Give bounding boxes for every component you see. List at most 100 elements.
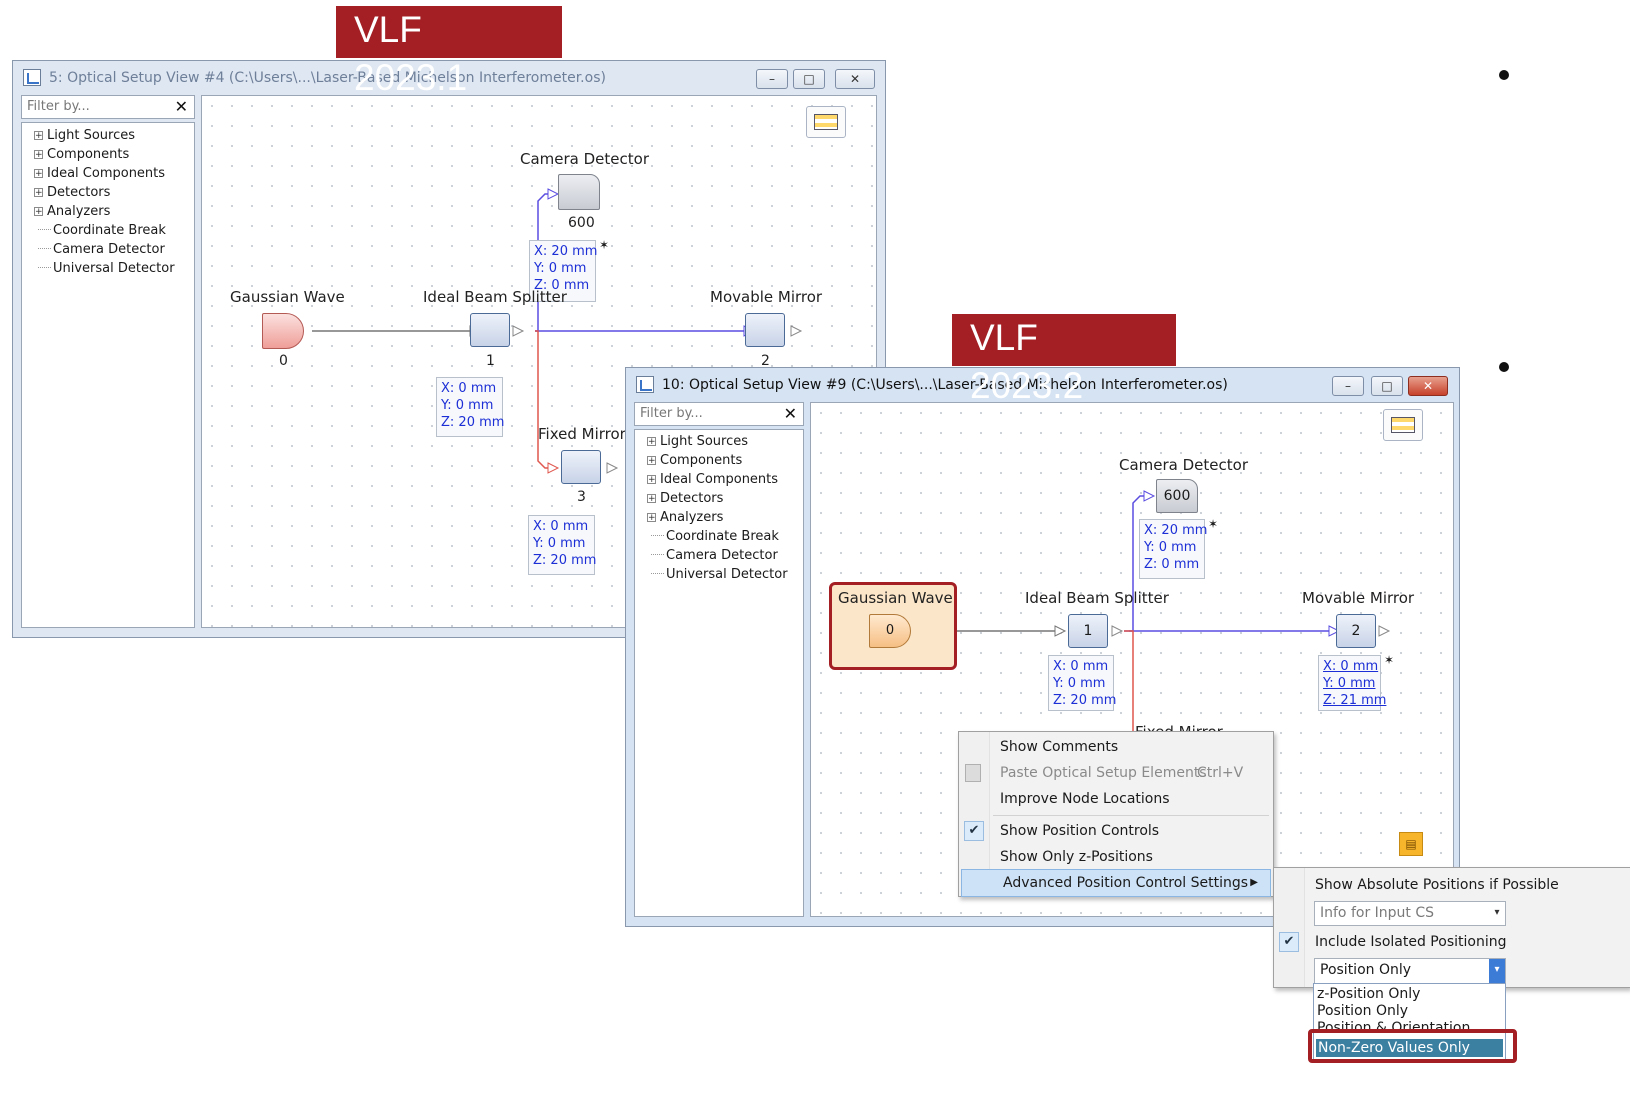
expand-icon[interactable]: + <box>34 131 43 141</box>
node-number-camera: 600 <box>568 215 595 231</box>
option-position-only[interactable]: Position Only <box>1317 1003 1408 1019</box>
tree-label: Analyzers <box>660 510 724 525</box>
tree-label: Ideal Components <box>660 472 779 487</box>
optical-setup-icon <box>636 376 654 393</box>
paste-icon <box>965 764 981 782</box>
expand-icon[interactable]: + <box>647 494 656 504</box>
expand-icon[interactable]: + <box>34 207 43 217</box>
menu-item-include-isolated-positioning[interactable]: ✔ Include Isolated Positioning <box>1274 929 1630 955</box>
minimize-button[interactable]: – <box>756 69 788 89</box>
pos-y[interactable]: Y: 0 mm <box>1323 675 1376 692</box>
pos-x[interactable]: X: 20 mm <box>1144 522 1207 539</box>
expand-icon[interactable]: + <box>647 475 656 485</box>
tree-item-light-sources[interactable]: + Light Sources <box>647 433 748 450</box>
close-button[interactable]: ✕ <box>835 69 875 89</box>
close-button[interactable]: ✕ <box>1408 376 1448 396</box>
table-view-icon[interactable] <box>1383 409 1423 441</box>
pin-icon[interactable]: ✶ <box>1384 653 1394 667</box>
optical-setup-icon <box>23 69 41 86</box>
expand-icon[interactable]: + <box>647 513 656 523</box>
pos-x[interactable]: X: 0 mm <box>1053 658 1109 675</box>
note-icon[interactable]: ▤ <box>1399 832 1423 856</box>
minimize-button[interactable]: – <box>1332 376 1364 396</box>
tree-item-detectors[interactable]: + Detectors <box>34 184 110 201</box>
tree-item-components[interactable]: + Components <box>34 146 129 163</box>
pos-y[interactable]: Y: 0 mm <box>1053 675 1109 692</box>
pos-z[interactable]: Z: 20 mm <box>1053 692 1116 709</box>
pos-x[interactable]: X: 0 mm <box>441 380 498 397</box>
pos-y[interactable]: Y: 0 mm <box>1144 539 1200 556</box>
window-title: 10: Optical Setup View #9 (C:\Users\...\… <box>662 377 1228 393</box>
beam-splitter-node[interactable]: 1 <box>1068 614 1108 648</box>
tree-item-ideal-components[interactable]: + Ideal Components <box>647 471 778 488</box>
menu-item-show-only-z-positions[interactable]: Show Only z-Positions <box>959 844 1273 870</box>
pos-z[interactable]: Z: 20 mm <box>441 414 504 431</box>
expand-icon[interactable]: + <box>34 150 43 160</box>
fixed-mirror-node[interactable] <box>561 450 601 484</box>
menu-item-show-absolute-positions[interactable]: Show Absolute Positions if Possible <box>1274 872 1630 898</box>
node-label-gaussian-wave: Gaussian Wave <box>230 288 345 306</box>
pos-z[interactable]: Z: 21 mm <box>1323 692 1386 709</box>
info-input-cs-dropdown[interactable]: Info for Input CS ▾ <box>1314 901 1506 926</box>
menu-item-show-position-controls[interactable]: ✔ Show Position Controls <box>959 818 1273 844</box>
pos-x[interactable]: X: 0 mm <box>1323 658 1378 675</box>
pos-x[interactable]: X: 20 mm <box>534 243 597 260</box>
filter-input[interactable]: Filter by... ✕ <box>21 95 195 119</box>
menu-item-improve-node-locations[interactable]: Improve Node Locations <box>959 786 1273 812</box>
option-z-position-only[interactable]: z-Position Only <box>1317 986 1420 1002</box>
filter-input[interactable]: Filter by... ✕ <box>634 402 804 426</box>
node-number-movable: 2 <box>1351 623 1361 639</box>
table-view-icon[interactable] <box>806 106 846 138</box>
gaussian-wave-node[interactable]: 0 <box>869 614 911 648</box>
tree-item-analyzers[interactable]: + Analyzers <box>34 203 110 220</box>
pin-icon[interactable]: ✶ <box>1208 517 1218 531</box>
tree-item-universal-detector[interactable]: Universal Detector <box>651 566 788 583</box>
tree-item-light-sources[interactable]: + Light Sources <box>34 127 135 144</box>
tree-item-coordinate-break[interactable]: Coordinate Break <box>38 222 166 239</box>
pos-x[interactable]: X: 0 mm <box>533 518 590 535</box>
pos-z[interactable]: Z: 0 mm <box>1144 556 1200 573</box>
chevron-down-icon[interactable]: ▾ <box>1489 959 1505 983</box>
tree-item-detectors[interactable]: + Detectors <box>647 490 723 507</box>
expand-icon[interactable]: + <box>647 456 656 466</box>
position-control-movable[interactable]: X: 0 mm Y: 0 mm Z: 21 mm <box>1318 655 1386 711</box>
clear-filter-icon[interactable]: ✕ <box>175 96 188 118</box>
tree-item-camera-detector[interactable]: Camera Detector <box>651 547 778 564</box>
movable-mirror-node[interactable]: 2 <box>1336 614 1376 648</box>
node-number-gaussian: 0 <box>279 353 288 369</box>
position-control-fixed[interactable]: X: 0 mm Y: 0 mm Z: 20 mm <box>528 515 596 575</box>
tree-item-components[interactable]: + Components <box>647 452 742 469</box>
expand-icon[interactable]: + <box>34 169 43 179</box>
position-mode-dropdown[interactable]: Position Only ▾ <box>1314 958 1506 984</box>
position-control-splitter[interactable]: X: 0 mm Y: 0 mm Z: 20 mm <box>436 377 504 437</box>
node-label-movable-mirror: Movable Mirror <box>1302 589 1415 607</box>
position-control-splitter[interactable]: X: 0 mm Y: 0 mm Z: 20 mm <box>1048 655 1116 711</box>
pos-y[interactable]: Y: 0 mm <box>441 397 498 414</box>
tree-item-ideal-components[interactable]: + Ideal Components <box>34 165 165 182</box>
node-label-gaussian-wave: Gaussian Wave <box>838 589 953 607</box>
tree-item-universal-detector[interactable]: Universal Detector <box>38 260 175 277</box>
pos-y[interactable]: Y: 0 mm <box>534 260 591 277</box>
beam-splitter-node[interactable] <box>470 313 510 347</box>
pin-icon[interactable]: ✶ <box>599 238 609 252</box>
gaussian-wave-node[interactable] <box>262 313 304 349</box>
camera-detector-node[interactable]: 600 <box>1156 479 1198 513</box>
menu-item-show-comments[interactable]: Show Comments <box>959 734 1273 760</box>
tree-connector <box>651 573 664 574</box>
camera-detector-node[interactable] <box>558 174 600 210</box>
non-zero-option-highlight <box>1308 1029 1517 1063</box>
clear-filter-icon[interactable]: ✕ <box>784 403 797 425</box>
expand-icon[interactable]: + <box>647 437 656 447</box>
tree-item-coordinate-break[interactable]: Coordinate Break <box>651 528 779 545</box>
pos-z[interactable]: Z: 20 mm <box>533 552 596 569</box>
restore-button[interactable]: □ <box>1371 376 1403 396</box>
movable-mirror-node[interactable] <box>745 313 785 347</box>
maximize-button[interactable]: □ <box>793 69 825 89</box>
pos-y[interactable]: Y: 0 mm <box>533 535 590 552</box>
menu-item-advanced-position-settings[interactable]: Advanced Position Control Settings ▶ <box>961 869 1271 897</box>
position-control-camera[interactable]: X: 20 mm Y: 0 mm Z: 0 mm <box>1139 519 1207 579</box>
tree-item-analyzers[interactable]: + Analyzers <box>647 509 723 526</box>
menu-item-paste-elements[interactable]: Paste Optical Setup Elements Ctrl+V <box>959 760 1273 786</box>
expand-icon[interactable]: + <box>34 188 43 198</box>
tree-item-camera-detector[interactable]: Camera Detector <box>38 241 165 258</box>
